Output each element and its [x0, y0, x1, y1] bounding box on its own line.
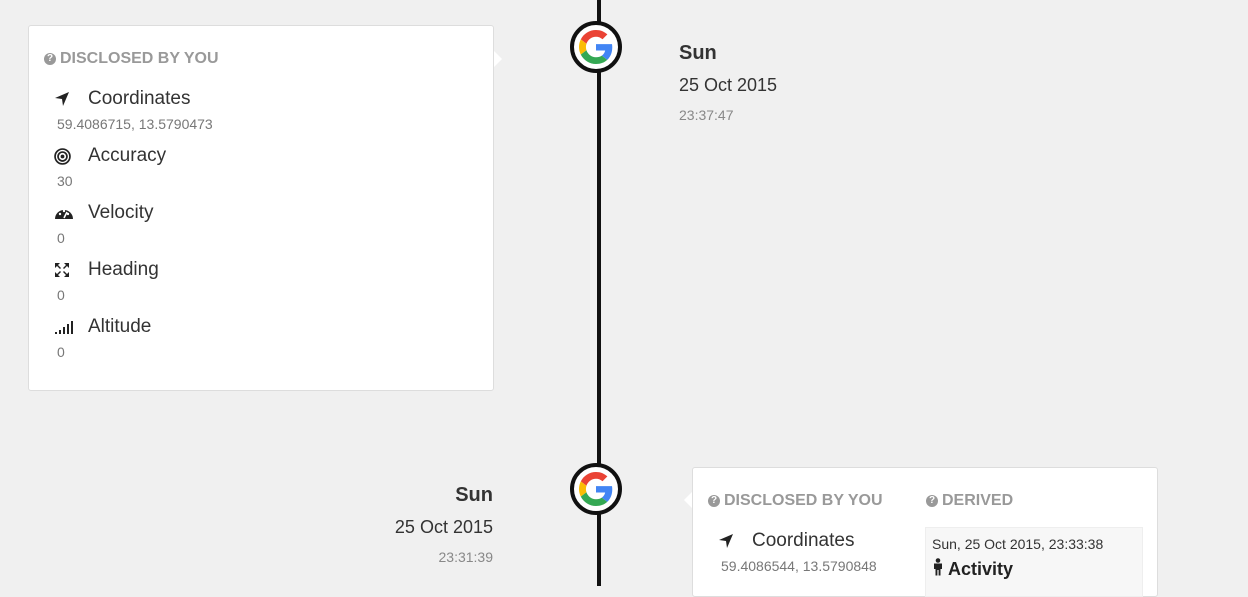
- location-arrow-icon: [718, 532, 738, 550]
- timeline-node-2[interactable]: [570, 463, 622, 515]
- item-label: Altitude: [88, 316, 152, 337]
- card-pointer: [684, 492, 692, 508]
- entry-day: Sun: [455, 484, 493, 506]
- item-value: 59.4086715, 13.5790473: [57, 116, 213, 132]
- entry-date: 25 Oct 2015: [679, 75, 778, 95]
- male-icon: [932, 558, 944, 581]
- disclosed-item-velocity: Velocity 0: [54, 202, 153, 246]
- derived-heading-label: DERIVED: [942, 492, 1014, 509]
- entry-date: 25 Oct 2015: [394, 517, 493, 537]
- entry-date-2: Sun 25 Oct 2015 23:31:39: [395, 484, 493, 565]
- entry-time: 23:31:39: [438, 549, 494, 565]
- item-value: 0: [57, 344, 65, 360]
- disclosed-heading: ? DISCLOSED BY YOU: [708, 492, 883, 510]
- item-value: 59.4086544, 13.5790848: [721, 558, 877, 574]
- item-value: 0: [57, 287, 65, 303]
- timeline-node-1[interactable]: [570, 21, 622, 73]
- question-circle-icon: ?: [926, 495, 938, 507]
- item-value: 0: [57, 230, 65, 246]
- location-arrow-icon: [54, 90, 74, 108]
- disclosed-heading-label: DISCLOSED BY YOU: [724, 492, 883, 509]
- signal-icon: [54, 318, 74, 336]
- derived-title-label: Activity: [948, 559, 1014, 579]
- card-pointer: [494, 51, 502, 67]
- disclosed-item-altitude: Altitude 0: [54, 316, 151, 360]
- dashboard-icon: [54, 204, 74, 222]
- google-icon: [579, 472, 613, 506]
- bullseye-icon: [54, 147, 74, 165]
- derived-title: Activity: [932, 558, 1136, 581]
- disclosed-item-heading: Heading 0: [54, 259, 159, 303]
- entry-day: Sun: [679, 42, 717, 64]
- item-label: Velocity: [88, 202, 154, 223]
- question-circle-icon: ?: [44, 53, 56, 65]
- disclosed-heading: ? DISCLOSED BY YOU: [44, 50, 219, 68]
- disclosed-card-1: ? DISCLOSED BY YOU Coordinates 59.408671…: [28, 25, 502, 391]
- derived-activity[interactable]: Sun, 25 Oct 2015, 23:33:38 Activity: [925, 527, 1143, 597]
- disclosed-item-accuracy: Accuracy 30: [54, 145, 166, 189]
- item-value: 30: [57, 173, 73, 189]
- question-circle-icon: ?: [708, 495, 720, 507]
- item-label: Coordinates: [752, 530, 855, 551]
- entry-time: 23:37:47: [679, 107, 734, 123]
- entry-date-1: Sun 25 Oct 2015 23:37:47: [679, 42, 777, 123]
- disclosed-item-coordinates: Coordinates 59.4086715, 13.5790473: [54, 88, 213, 132]
- disclosed-item-coordinates: Coordinates 59.4086544, 13.5790848: [718, 530, 877, 574]
- derived-heading: ? DERIVED: [926, 492, 1013, 510]
- arrows-icon: [54, 261, 74, 279]
- google-icon: [579, 30, 613, 64]
- item-label: Accuracy: [88, 145, 167, 166]
- disclosed-heading-label: DISCLOSED BY YOU: [60, 50, 219, 67]
- derived-timestamp: Sun, 25 Oct 2015, 23:33:38: [932, 536, 1104, 552]
- disclosed-card-2: ? DISCLOSED BY YOU ? DERIVED Coordinates…: [684, 467, 1158, 597]
- item-label: Heading: [88, 259, 159, 280]
- item-label: Coordinates: [88, 88, 191, 109]
